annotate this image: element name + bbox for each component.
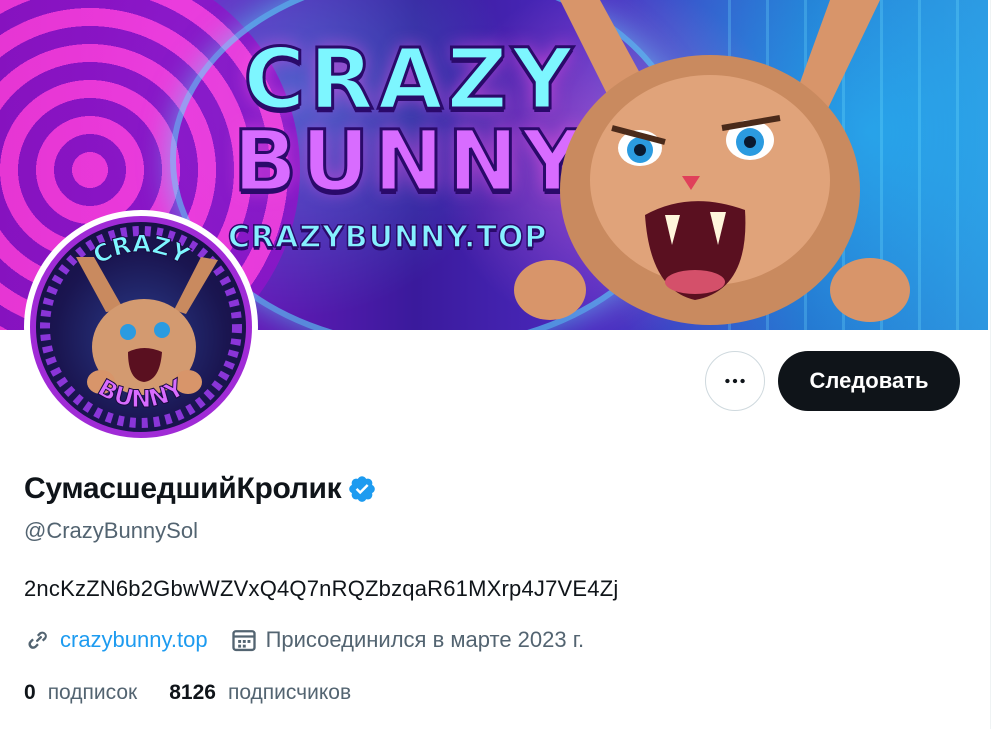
followers-count: 8126 xyxy=(169,681,216,704)
profile-stats-row: 0 подписок 8126 подписчиков xyxy=(24,681,383,705)
website-link[interactable]: crazybunny.top xyxy=(60,627,208,653)
followers-stat[interactable]: 8126 подписчиков xyxy=(169,681,351,705)
follow-button[interactable]: Следовать xyxy=(778,351,960,411)
avatar-bunny-illustration: CRAZY BUNNY xyxy=(40,226,242,428)
more-horizontal-icon xyxy=(725,378,745,384)
avatar-top-text: CRAZY xyxy=(88,229,195,270)
following-count: 0 xyxy=(24,681,36,704)
joined-item: Присоединился в марте 2023 г. xyxy=(230,626,585,654)
avatar-image: CRAZY BUNNY xyxy=(30,216,252,438)
profile-bio: 2ncKzZN6b2GbwWZVxQ4Q7nRQZbzqaR61MXrp4J7V… xyxy=(24,576,619,601)
following-label: подписок xyxy=(47,681,138,704)
profile-avatar[interactable]: CRAZY BUNNY xyxy=(24,210,258,444)
link-icon xyxy=(28,631,47,649)
website-item: crazybunny.top xyxy=(24,626,208,654)
verified-badge-icon[interactable] xyxy=(347,474,377,504)
profile-meta-row: crazybunny.top Присоединился в марте 202… xyxy=(24,626,606,654)
followers-label: подписчиков xyxy=(227,681,352,704)
svg-text:CRAZY: CRAZY xyxy=(88,230,194,270)
more-options-button[interactable] xyxy=(705,351,765,411)
joined-date: Присоединился в марте 2023 г. xyxy=(265,627,585,652)
display-name-row: СумасшедшийКролик xyxy=(24,472,377,506)
calendar-icon xyxy=(231,630,256,652)
profile-handle: @CrazyBunnySol xyxy=(24,518,198,543)
bunny-illustration xyxy=(514,0,910,325)
following-stat[interactable]: 0 подписок xyxy=(24,681,137,705)
display-name: СумасшедшийКролик xyxy=(24,472,342,505)
